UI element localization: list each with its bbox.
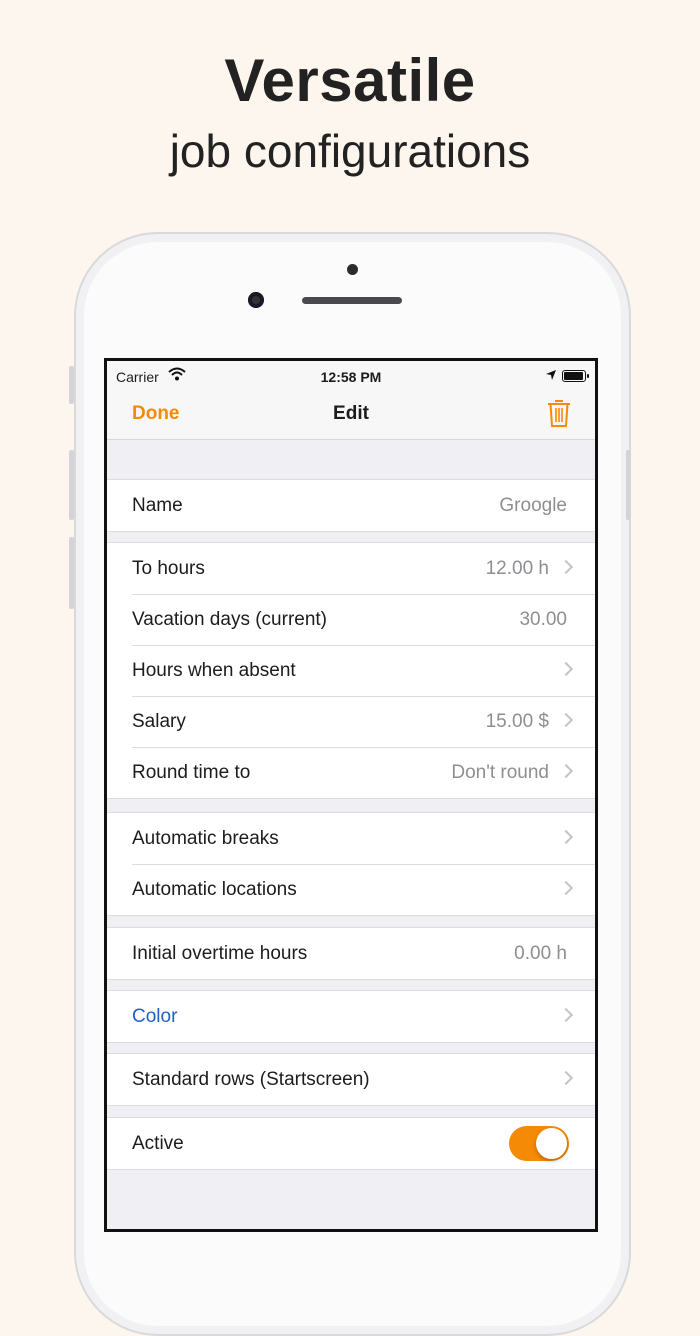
color-section: Color <box>107 990 595 1043</box>
automatic-breaks-label: Automatic breaks <box>132 828 279 849</box>
chevron-right-icon <box>558 1007 574 1023</box>
name-row[interactable]: Name Groogle <box>107 480 595 531</box>
front-camera <box>248 292 264 308</box>
chevron-right-icon <box>558 1070 574 1086</box>
proximity-sensor <box>347 264 358 275</box>
color-row[interactable]: Color <box>107 991 595 1042</box>
active-label: Active <box>132 1133 184 1154</box>
chevron-right-icon <box>558 712 574 728</box>
active-section: Active <box>107 1117 595 1170</box>
round-time-row[interactable]: Round time to Don't round <box>107 747 595 798</box>
automatic-locations-label: Automatic locations <box>132 879 297 900</box>
initial-overtime-label: Initial overtime hours <box>132 943 308 964</box>
initial-overtime-row[interactable]: Initial overtime hours 0.00 h <box>107 928 595 979</box>
toggle-knob <box>536 1128 567 1159</box>
chevron-right-icon <box>558 829 574 845</box>
chevron-right-icon <box>558 763 574 779</box>
color-label: Color <box>132 1006 178 1027</box>
round-time-label: Round time to <box>132 762 251 783</box>
location-arrow-icon <box>546 370 556 380</box>
chevron-right-icon <box>558 661 574 677</box>
vacation-days-field[interactable]: 30.00 <box>519 609 567 631</box>
headline-subtitle: job configurations <box>169 125 531 177</box>
standard-rows-section: Standard rows (Startscreen) <box>107 1053 595 1106</box>
power-button <box>626 450 631 520</box>
chevron-right-icon <box>558 880 574 896</box>
round-time-value: Don't round <box>451 762 549 783</box>
standard-rows-row[interactable]: Standard rows (Startscreen) <box>107 1054 595 1105</box>
hours-section: To hours 12.00 h Vacation days (current)… <box>107 542 595 799</box>
page-title: Edit <box>333 403 369 424</box>
vacation-days-row[interactable]: Vacation days (current) 30.00 <box>107 594 595 645</box>
to-hours-label: To hours <box>132 558 205 579</box>
active-toggle[interactable] <box>509 1126 569 1161</box>
status-bar: Carrier 12:58 PM <box>107 361 595 391</box>
app-screen: Carrier 12:58 PM Done Edit Name Groogle … <box>104 358 598 1232</box>
automatic-locations-row[interactable]: Automatic locations <box>107 864 595 915</box>
chevron-right-icon <box>558 559 574 575</box>
active-row: Active <box>107 1118 595 1169</box>
to-hours-value: 12.00 h <box>485 558 549 579</box>
initial-overtime-field[interactable]: 0.00 h <box>514 943 567 965</box>
hours-when-absent-label: Hours when absent <box>132 660 296 681</box>
mute-switch <box>69 366 74 404</box>
salary-value: 15.00 $ <box>485 711 549 732</box>
navigation-bar: Done Edit <box>107 391 595 440</box>
name-section: Name Groogle <box>107 479 595 532</box>
battery-icon <box>562 370 589 382</box>
hours-when-absent-row[interactable]: Hours when absent <box>107 645 595 696</box>
volume-up-button <box>69 450 74 520</box>
vacation-days-label: Vacation days (current) <box>132 609 328 630</box>
to-hours-row[interactable]: To hours 12.00 h <box>107 543 595 594</box>
automatic-breaks-row[interactable]: Automatic breaks <box>107 813 595 864</box>
name-label: Name <box>132 495 183 516</box>
earpiece-speaker <box>302 297 402 304</box>
headline-title: Versatile <box>224 47 476 114</box>
standard-rows-label: Standard rows (Startscreen) <box>132 1069 370 1090</box>
status-time: 12:58 PM <box>320 369 382 385</box>
name-field[interactable]: Groogle <box>499 495 567 517</box>
automatic-section: Automatic breaks Automatic locations <box>107 812 595 916</box>
trash-icon[interactable] <box>547 398 571 428</box>
salary-label: Salary <box>132 711 186 732</box>
salary-row[interactable]: Salary 15.00 $ <box>107 696 595 747</box>
volume-down-button <box>69 537 74 609</box>
overtime-section: Initial overtime hours 0.00 h <box>107 927 595 980</box>
